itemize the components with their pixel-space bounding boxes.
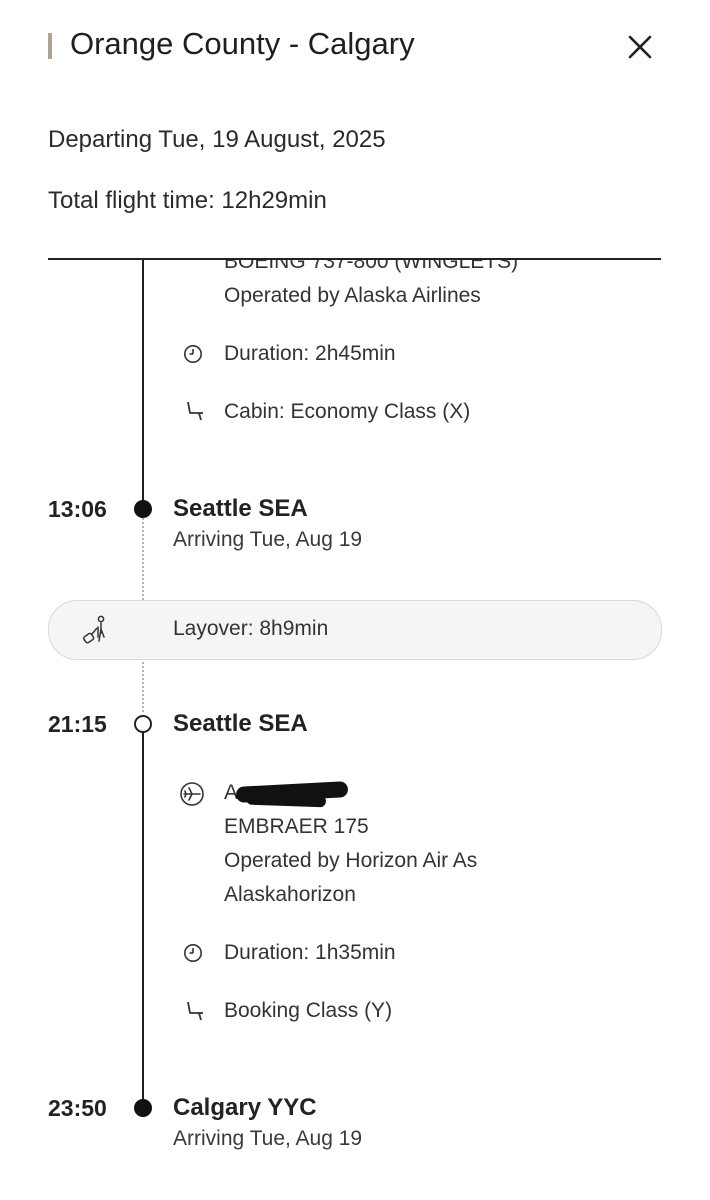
cabin-class: Cabin: Economy Class (X) [224, 400, 471, 423]
layover-pill: Layover: 8h9min [48, 600, 662, 660]
close-icon[interactable] [621, 28, 659, 66]
arrival-date: Arriving Tue, Aug 19 [173, 528, 363, 551]
clock-icon [183, 943, 203, 968]
timeline-stop-hollow [134, 715, 152, 733]
seat-icon [184, 1000, 206, 1027]
arrival-date: Arriving Tue, Aug 19 [173, 1127, 363, 1150]
traveler-with-luggage-icon [81, 615, 109, 650]
seat-icon [184, 400, 206, 427]
departure-station: Seattle SEA [173, 710, 308, 737]
operated-by: Operated by Horizon Air As [224, 849, 478, 872]
operated-by: Operated by Alaska Airlines [224, 284, 481, 307]
airplane-icon [179, 781, 205, 812]
flight-duration: Duration: 1h35min [224, 941, 396, 964]
clock-icon [183, 344, 203, 369]
aircraft-type: EMBRAER 175 [224, 815, 369, 838]
timeline-line [142, 260, 144, 508]
timeline-stop-filled [134, 1099, 152, 1117]
layover-duration: Layover: 8h9min [173, 617, 329, 640]
arrival-time: 23:50 [48, 1095, 107, 1121]
operated-by-continued: Alaskahorizon [224, 883, 356, 906]
departing-date: Departing Tue, 19 August, 2025 [48, 126, 386, 153]
arrival-time: 13:06 [48, 496, 107, 522]
timeline-stop-filled [134, 500, 152, 518]
close-button[interactable] [621, 28, 659, 66]
flight-duration: Duration: 2h45min [224, 342, 396, 365]
departure-time: 21:15 [48, 711, 107, 737]
timeline-line [142, 731, 144, 1107]
page-title: Orange County - Calgary [70, 26, 415, 61]
title-accent-bar [48, 33, 52, 59]
arrival-station: Calgary YYC [173, 1094, 317, 1121]
itinerary-timeline[interactable]: BOEING 737-800 (WINGLETS) Operated by Al… [0, 260, 710, 1200]
total-flight-time: Total flight time: 12h29min [48, 187, 327, 214]
redaction-mark [245, 792, 327, 808]
arrival-station: Seattle SEA [173, 495, 308, 522]
booking-class: Booking Class (Y) [224, 999, 393, 1022]
aircraft-type: BOEING 737-800 (WINGLETS) [224, 260, 519, 273]
